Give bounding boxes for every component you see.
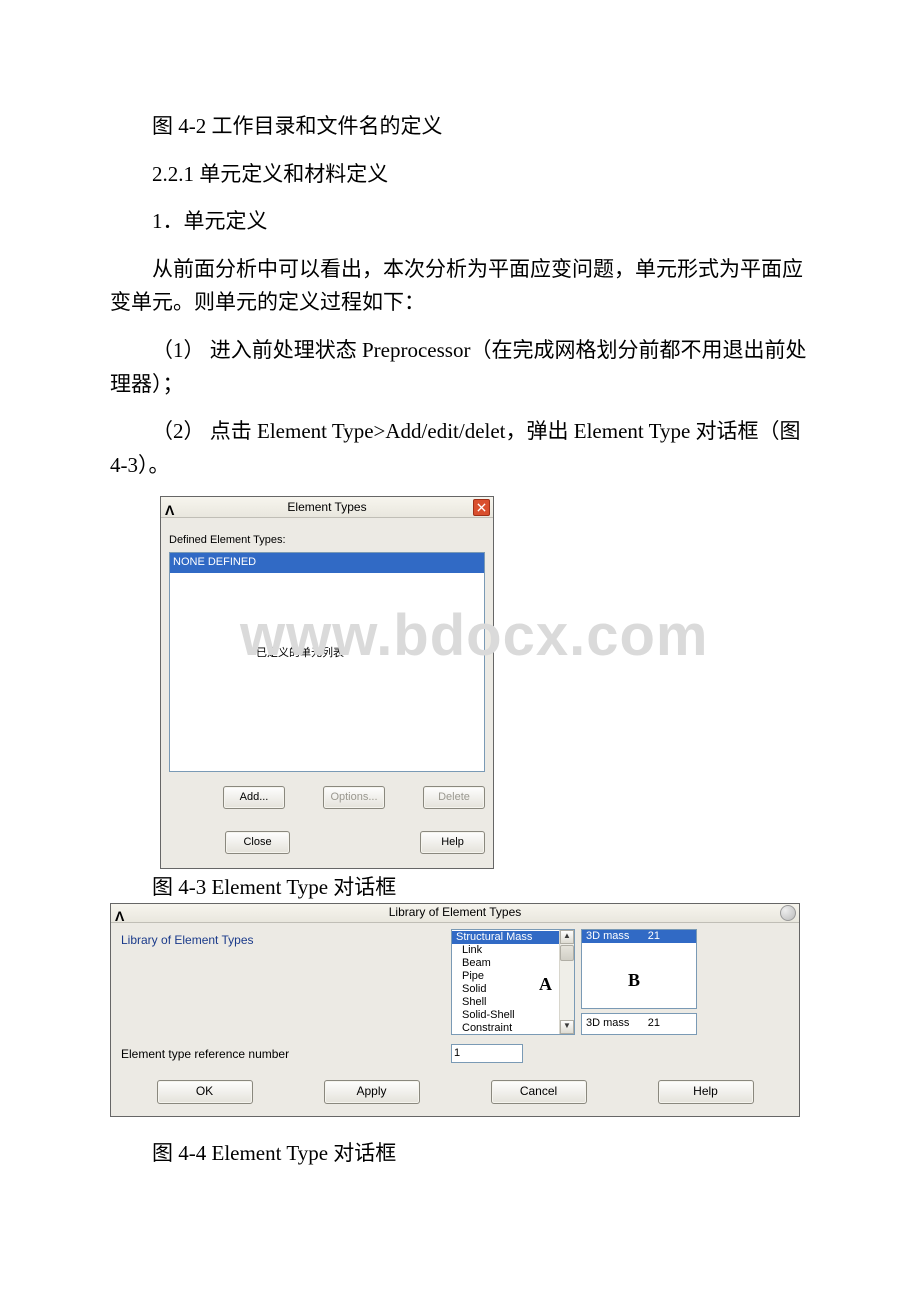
item-1-title: 1．单元定义 [110,205,810,239]
options-button[interactable]: Options... [323,786,385,809]
body-para-1: 从前面分析中可以看出，本次分析为平面应变问题，单元形式为平面应变单元。则单元的定… [110,253,810,320]
selected-type-display: 3D mass 21 [581,1013,697,1035]
caption-4-3: 图 4-3 Element Type 对话框 [110,871,810,905]
cancel-button[interactable]: Cancel [491,1080,587,1104]
ok-button[interactable]: OK [157,1080,253,1104]
scroll-up-icon[interactable]: ▲ [560,930,574,944]
ansys-logo-icon: Λ [165,499,181,515]
body-para-2: （1） 进入前处理状态 Preprocessor（在完成网格划分前都不用退出前处… [110,334,810,401]
category-listbox[interactable]: Structural Mass Link Beam Pipe Solid She… [451,929,575,1035]
titlebar[interactable]: Λ Library of Element Types [111,904,799,923]
list-item[interactable]: Link [452,944,560,957]
body-para-3: （2） 点击 Element Type>Add/edit/delet，弹出 El… [110,415,810,482]
help-button[interactable]: Help [658,1080,754,1104]
scroll-thumb[interactable] [560,945,574,961]
scrollbar[interactable]: ▲ ▼ [559,930,574,1034]
list-item-selected[interactable]: NONE DEFINED [170,553,484,573]
defined-types-listbox[interactable]: NONE DEFINED 已定义的单元列表 [169,552,485,772]
scroll-down-icon[interactable]: ▼ [560,1020,574,1034]
annotation-text: 已定义的单元列表 [256,645,344,663]
ref-number-input[interactable] [451,1044,523,1063]
close-icon[interactable] [473,499,490,516]
dialog-title: Element Types [287,498,366,517]
list-item[interactable]: Solid-Shell [452,1009,560,1022]
library-element-types-dialog: Λ Library of Element Types Library of El… [110,903,800,1117]
add-button[interactable]: Add... [223,786,285,809]
list-item[interactable]: Structural Mass [452,931,560,944]
close-icon[interactable] [780,905,796,921]
ansys-logo-icon: Λ [115,905,131,921]
type-listbox[interactable]: 3D mass 21 B [581,929,697,1009]
list-item[interactable]: Constraint [452,1022,560,1035]
library-label: Library of Element Types [121,929,451,950]
defined-types-label: Defined Element Types: [169,532,485,550]
list-item[interactable]: 3D mass 21 [582,930,696,943]
annotation-letter-b: B [628,966,640,995]
section-number: 2.2.1 单元定义和材料定义 [110,158,810,192]
annotation-letter-a: A [539,970,552,999]
apply-button[interactable]: Apply [324,1080,420,1104]
delete-button[interactable]: Delete [423,786,485,809]
dialog-title: Library of Element Types [389,903,522,922]
close-button[interactable]: Close [225,831,290,854]
titlebar[interactable]: Λ Element Types [161,497,493,518]
ref-number-label: Element type reference number [121,1043,451,1064]
caption-4-4: 图 4-4 Element Type 对话框 [110,1137,810,1171]
caption-4-2: 图 4-2 工作目录和文件名的定义 [110,110,810,144]
list-item[interactable]: Beam [452,957,560,970]
help-button[interactable]: Help [420,831,485,854]
element-types-dialog: Λ Element Types Defined Element Types: N… [160,496,494,869]
